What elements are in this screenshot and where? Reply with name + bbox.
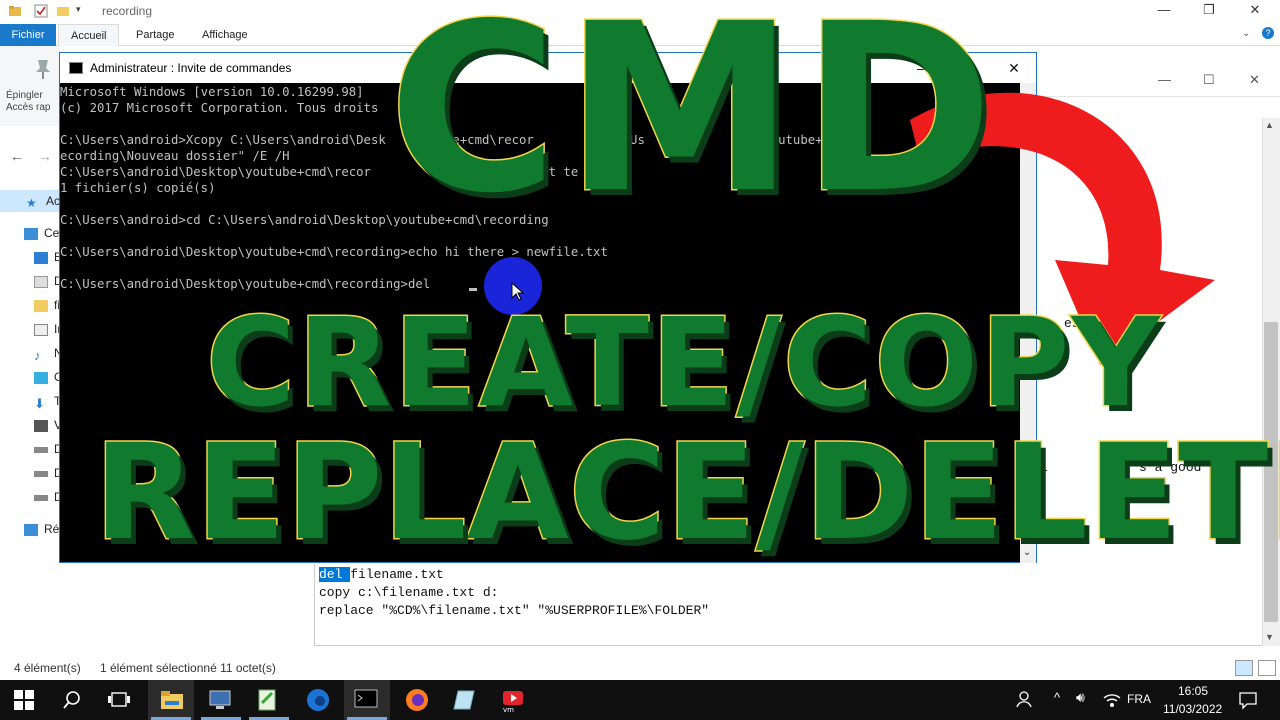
- notepad-close-icon[interactable]: ✕: [1249, 72, 1260, 88]
- scroll-down-icon[interactable]: ▼: [1265, 632, 1274, 642]
- language-indicator[interactable]: FRA: [1127, 692, 1151, 706]
- tab-fichier[interactable]: Fichier: [0, 24, 56, 46]
- cmd-output-line: 1 fichier(s) copié(s): [60, 181, 216, 195]
- search-icon[interactable]: [62, 690, 86, 714]
- sidebar-item-label: Ce: [44, 226, 60, 240]
- music-icon: ♪: [34, 347, 41, 363]
- nav-arrows: ← →: [10, 148, 52, 164]
- notepad-line: replace "%CD%\filename.txt" "%USERPROFIL…: [319, 603, 710, 618]
- close-icon[interactable]: ✕: [1243, 2, 1267, 18]
- notepad-plus-icon[interactable]: [256, 689, 280, 713]
- help-icon[interactable]: ?: [1262, 27, 1274, 39]
- status-selection: 1 élément sélectionné 11 octet(s): [100, 661, 276, 675]
- edge-browser-icon[interactable]: [304, 687, 329, 711]
- chevron-down-icon[interactable]: ▾: [76, 4, 90, 18]
- tab-accueil[interactable]: Accueil: [58, 24, 120, 46]
- people-icon[interactable]: [1016, 690, 1040, 714]
- overlay-line-2: REPLACE/DELETE: [92, 415, 1280, 572]
- desktop-icon: [34, 251, 48, 264]
- clock-date[interactable]: 11/03/2022: [1163, 702, 1222, 716]
- computer-icon: [24, 227, 38, 240]
- cmd-cursor: [469, 288, 477, 291]
- volume-icon[interactable]: 🔊︎: [1076, 689, 1085, 706]
- cube-icon: [34, 371, 48, 384]
- svg-text:vm: vm: [503, 706, 514, 713]
- folder-icon: [34, 299, 48, 312]
- cmd-output-line: C:\Users\android\Desktop\youtube+cmd\rec…: [60, 277, 431, 291]
- properties-icon[interactable]: [34, 4, 48, 18]
- network-wifi-icon[interactable]: [1102, 690, 1126, 714]
- windows-start-icon[interactable]: [14, 690, 38, 714]
- tab-partage[interactable]: Partage: [124, 24, 187, 46]
- scroll-up-icon[interactable]: ▲: [1265, 120, 1274, 130]
- pin-label-line1: Épingler: [6, 90, 43, 101]
- notepad-line: copy c:\filename.txt d:: [319, 585, 499, 600]
- large-icons-view-icon[interactable]: [1258, 660, 1276, 676]
- task-view-icon[interactable]: [108, 690, 132, 714]
- chevron-up-icon[interactable]: ^: [1054, 690, 1060, 705]
- folder-icon: [8, 4, 22, 18]
- new-folder-icon[interactable]: [56, 4, 70, 18]
- drive-icon: [34, 470, 48, 477]
- minimize-icon[interactable]: —: [1152, 2, 1176, 17]
- desktop-screen: ▾ recording — ❐ ✕ Fichier Accueil Partag…: [0, 0, 1280, 720]
- pin-label: Épingler Accès rap: [6, 90, 50, 114]
- network-icon: [24, 523, 38, 536]
- cmd-window-title: Administrateur : Invite de commandes: [90, 61, 292, 75]
- images-icon: [34, 323, 48, 336]
- recorder-app-icon[interactable]: vm: [500, 689, 524, 714]
- window-path: recording: [102, 4, 153, 18]
- tab-affichage[interactable]: Affichage: [190, 24, 260, 46]
- remote-desktop-icon[interactable]: [208, 689, 232, 713]
- file-explorer-icon[interactable]: [160, 689, 184, 713]
- sidebar-item-this-pc[interactable]: Ce: [24, 226, 64, 246]
- document-icon: [34, 275, 48, 288]
- cmd-output-line: C:\Users\android\Desktop\youtube+cmd\rec…: [60, 245, 608, 259]
- details-view-icon[interactable]: [1235, 660, 1253, 676]
- restore-icon[interactable]: ❐: [1197, 2, 1221, 18]
- cmd-app-icon: [69, 62, 83, 74]
- explorer-status-bar: 4 élément(s) 1 élément sélectionné 11 oc…: [0, 656, 1280, 680]
- pin-icon[interactable]: [34, 58, 52, 85]
- sidebar-item-network[interactable]: Ré: [24, 522, 64, 542]
- clock-time[interactable]: 16:05: [1178, 684, 1208, 698]
- drive-icon: [34, 494, 48, 501]
- star-icon: ★: [26, 195, 37, 210]
- notes-app-icon[interactable]: [452, 689, 476, 713]
- cmd-output-line: Microsoft Windows [version 10.0.16299.98…: [60, 85, 364, 99]
- video-icon: [34, 419, 48, 432]
- download-icon: ⬇: [34, 395, 45, 411]
- notification-icon[interactable]: [1238, 690, 1262, 714]
- sidebar-item-label: Ré: [44, 522, 60, 536]
- cmd-output-line: (c) 2017 Microsoft Corporation. Tous dro…: [60, 101, 379, 115]
- overlay-title: CMD: [387, 0, 1000, 246]
- forward-icon[interactable]: →: [38, 148, 52, 164]
- cmd-output-line: ecording\Nouveau dossier" /E /H: [60, 149, 290, 163]
- overlay-line-1: CREATE/COPY: [205, 291, 1162, 436]
- pin-label-line2: Accès rap: [6, 102, 51, 113]
- firefox-icon[interactable]: [404, 688, 428, 712]
- back-icon[interactable]: ←: [10, 148, 24, 164]
- notepad-editor[interactable]: del filename.txt copy c:\filename.txt d:…: [314, 564, 1262, 646]
- ribbon-panel: [0, 46, 60, 126]
- drive-icon: [34, 446, 48, 453]
- sidebar-item-label: Ac: [46, 194, 61, 208]
- status-item-count: 4 élément(s): [14, 661, 81, 675]
- ribbon-expand-icon[interactable]: ⌄: [1242, 28, 1250, 39]
- cmd-taskbar-icon[interactable]: [354, 689, 378, 713]
